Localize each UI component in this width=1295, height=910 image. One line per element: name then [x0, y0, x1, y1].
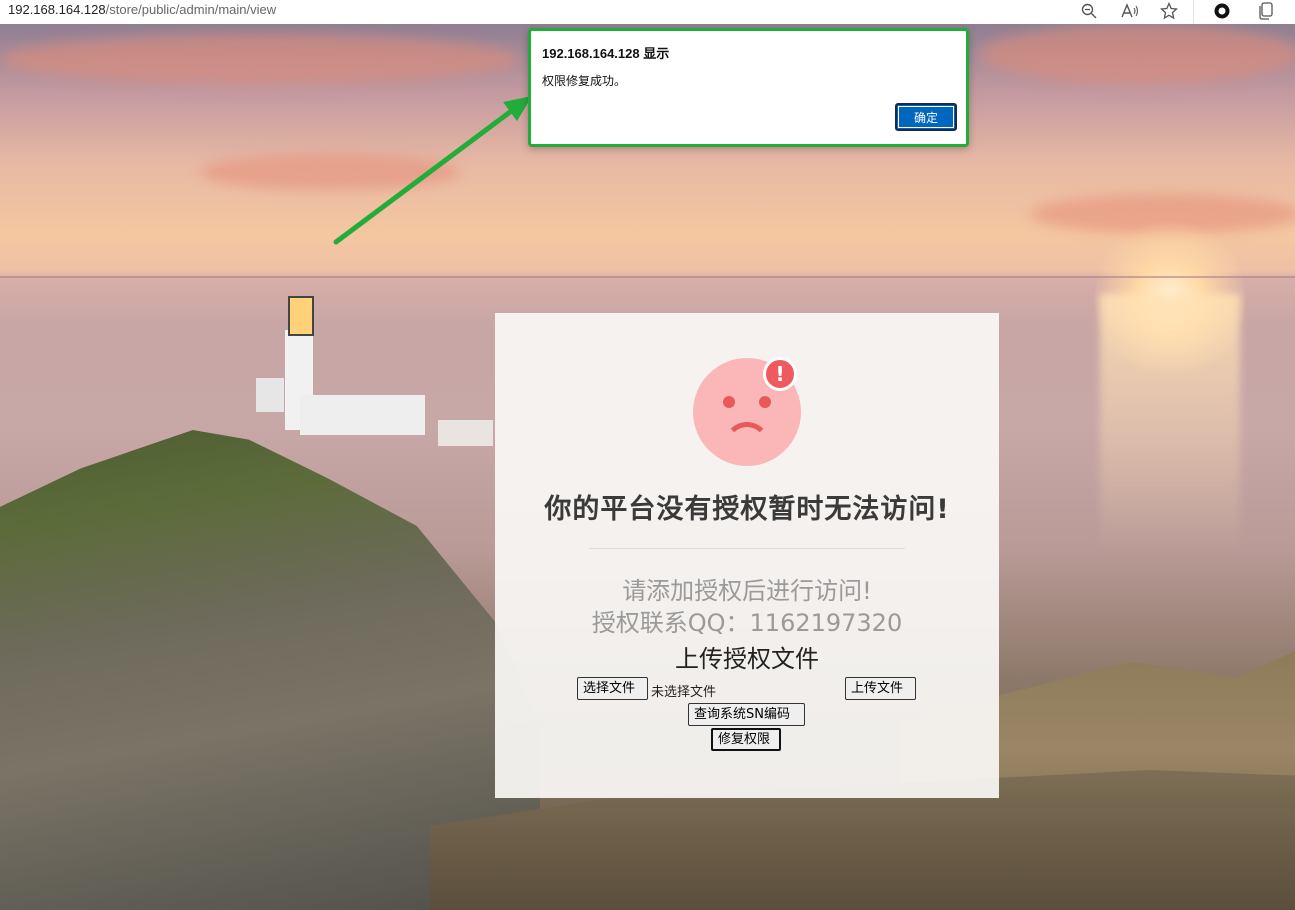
cloud: [980, 24, 1295, 84]
page-title: 你的平台没有授权暂时无法访问!: [544, 494, 950, 525]
choose-file-button[interactable]: 选择文件: [577, 677, 648, 700]
url-text[interactable]: 192.168.164.128/store/public/admin/main/…: [8, 2, 276, 17]
extension-icon[interactable]: [1211, 1, 1233, 21]
upload-file-button[interactable]: 上传文件: [845, 677, 916, 700]
collections-icon[interactable]: [1255, 1, 1277, 21]
horizon: [0, 276, 1295, 278]
alert-dialog: 192.168.164.128 显示 权限修复成功。 确定: [528, 28, 969, 147]
url-host: 192.168.164.128: [8, 2, 106, 17]
url-path: /store/public/admin/main/view: [105, 2, 277, 17]
cloud: [200, 154, 460, 190]
lighthouse-lantern: [288, 296, 314, 336]
dialog-message: 权限修复成功。: [542, 74, 627, 88]
cloud: [0, 34, 520, 84]
upload-heading: 上传授权文件: [675, 645, 819, 673]
subtitle-contact-qq: 授权联系QQ：1162197320: [591, 609, 903, 637]
read-aloud-icon[interactable]: [1119, 1, 1141, 21]
favorite-star-icon[interactable]: [1158, 1, 1180, 21]
no-file-text: 未选择文件: [651, 685, 717, 700]
divider: [589, 548, 905, 549]
sun-reflection: [1100, 294, 1240, 554]
toolbar-divider: [1193, 0, 1194, 24]
frown: [724, 422, 770, 468]
lighthouse-building: [300, 395, 425, 435]
subtitle-add-license: 请添加授权后进行访问!: [622, 577, 872, 605]
browser-address-bar[interactable]: 192.168.164.128/store/public/admin/main/…: [0, 0, 1295, 24]
unauthorized-panel: ! 你的平台没有授权暂时无法访问! 请添加授权后进行访问! 授权联系QQ：116…: [495, 313, 999, 798]
dialog-title: 192.168.164.128 显示: [542, 46, 670, 61]
lighthouse-annex: [256, 378, 284, 412]
dialog-ok-button[interactable]: 确定: [895, 103, 957, 131]
zoom-icon[interactable]: [1078, 1, 1100, 21]
cottage: [438, 420, 493, 446]
alert-badge-icon: !: [763, 357, 797, 391]
query-sn-button[interactable]: 查询系统SN编码: [688, 703, 805, 726]
repair-permission-button[interactable]: 修复权限: [711, 728, 781, 751]
left-eye: [723, 396, 735, 408]
right-eye: [759, 396, 771, 408]
